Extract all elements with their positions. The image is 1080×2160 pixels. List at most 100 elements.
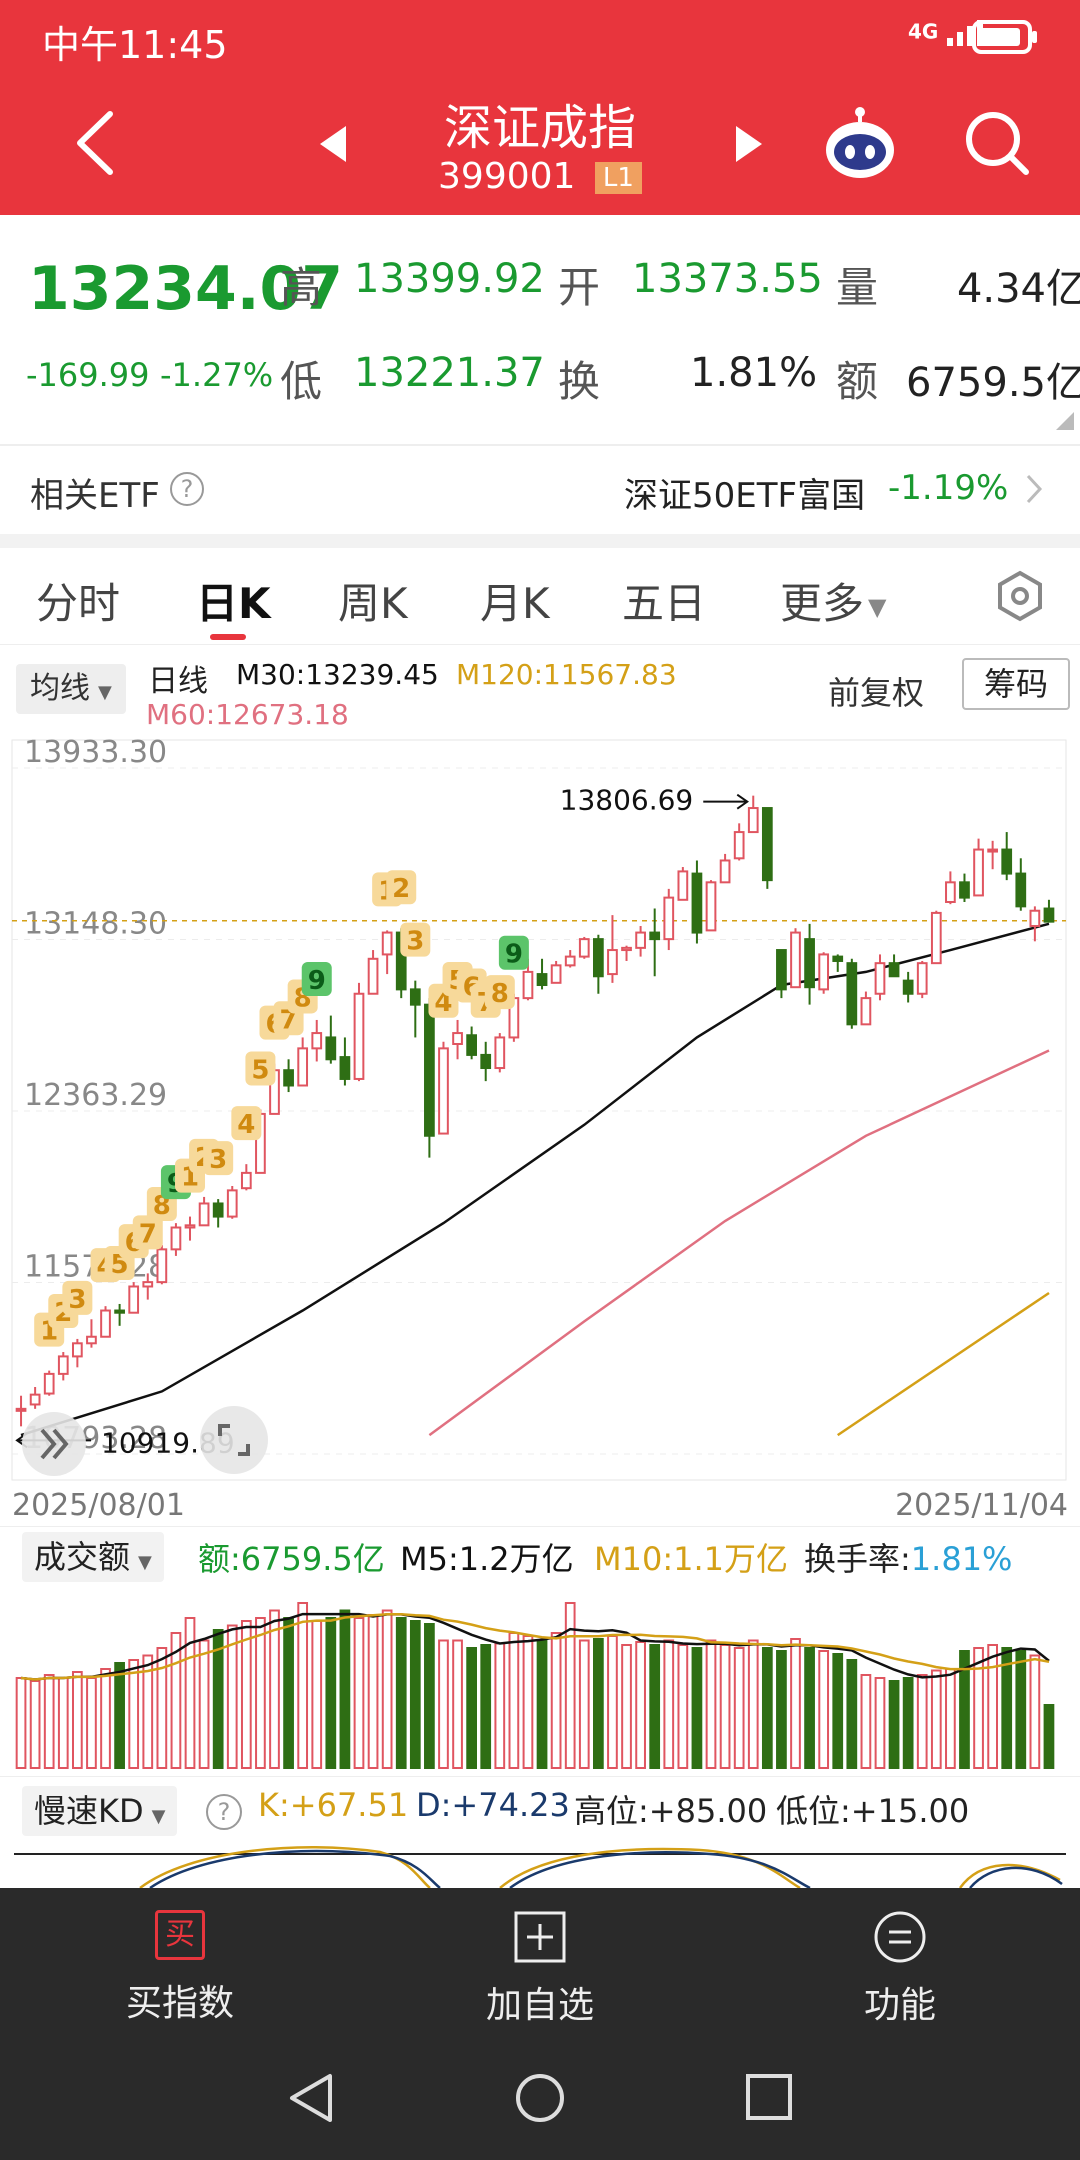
candle-down — [888, 962, 900, 978]
candle-down — [761, 807, 773, 882]
volume-bar-down — [832, 1653, 844, 1769]
buy-index-button[interactable]: 买 买指数 — [100, 1910, 260, 2040]
tab-more[interactable]: 更多 ▼ — [780, 570, 886, 631]
candle-up — [860, 997, 872, 1026]
candle-up — [550, 964, 562, 984]
m120-value: M120:11567.83 — [456, 658, 677, 691]
fullscreen-button[interactable] — [200, 1406, 268, 1474]
dropdown-arrow-icon: ▼ — [98, 682, 112, 703]
bottom-toolbar: 买 买指数 加自选 功能 — [0, 1888, 1080, 2160]
candle-up — [973, 848, 984, 897]
tab-five-day[interactable]: 五日 — [622, 570, 706, 631]
robot-assistant-button[interactable] — [822, 106, 898, 186]
battery-icon — [972, 20, 1038, 58]
volume-bar-down — [592, 1638, 604, 1769]
td-count-label: 2 — [392, 874, 410, 904]
volume-bar-down — [1015, 1650, 1027, 1769]
index-code: 399001 L1 — [0, 156, 1080, 197]
candle-down — [592, 938, 604, 978]
expand-corner-icon[interactable] — [1056, 412, 1074, 430]
chips-button[interactable]: 筹码 — [962, 658, 1070, 710]
divider — [0, 644, 1080, 645]
candle-down — [424, 1003, 435, 1137]
collapse-sidebar-button[interactable] — [22, 1412, 86, 1476]
settings-button[interactable] — [994, 570, 1046, 626]
volume-selector[interactable]: 成交额 ▼ — [22, 1532, 164, 1582]
volume-bar-up — [987, 1644, 999, 1769]
menu-circle-icon — [874, 1911, 926, 1963]
add-watchlist-button[interactable]: 加自选 — [460, 1910, 620, 2040]
amount-label: 额 — [836, 357, 879, 406]
add-watchlist-label: 加自选 — [485, 1985, 594, 2026]
candle-down — [691, 872, 703, 934]
tab-weekly-k[interactable]: 周K — [338, 570, 408, 631]
candle-up — [719, 859, 731, 884]
volume-bar-down — [114, 1662, 125, 1769]
nav-home-button[interactable] — [514, 2072, 566, 2128]
volume-bar-up — [128, 1659, 140, 1769]
y-tick-label: 13933.30 — [24, 736, 167, 770]
candle-down — [649, 931, 661, 941]
candle-up — [635, 931, 646, 949]
etf-label: 相关ETF — [30, 476, 160, 516]
search-icon — [966, 112, 1029, 175]
volume-bar-down — [888, 1680, 900, 1769]
etf-name: 深证50ETF富国 — [624, 476, 866, 516]
m60-value: M60:12673.18 — [146, 698, 349, 731]
candle-up — [381, 931, 393, 956]
nav-recents-button[interactable] — [744, 2072, 794, 2126]
volume-bar-up — [790, 1638, 801, 1769]
turnover-rate-value: 1.81% — [910, 1540, 1013, 1578]
candle-up — [452, 1032, 463, 1045]
volume-bar-down — [424, 1623, 435, 1769]
volume-bar-up — [353, 1617, 365, 1769]
volume-bar-up — [226, 1624, 238, 1769]
candle-down — [536, 973, 548, 987]
kline-chart[interactable]: 13933.3013148.3012363.2911578.2810793.28… — [0, 736, 1080, 1500]
page-title: 深证成指 — [443, 100, 636, 156]
low-value: 13221.37 — [354, 350, 545, 396]
td-count-label: 4 — [237, 1110, 255, 1140]
double-chevron-right-icon — [40, 1428, 69, 1460]
td-count-label: 7 — [139, 1219, 157, 1249]
candle-up — [663, 896, 675, 941]
candle-up — [987, 848, 999, 853]
volume-bar-up — [71, 1671, 83, 1769]
candle-up — [930, 911, 942, 965]
candle-down — [846, 962, 858, 1026]
volume-bar-up — [874, 1677, 886, 1769]
functions-button[interactable]: 功能 — [820, 1910, 980, 2040]
volume-bar-up — [635, 1641, 646, 1769]
volume-bar-up — [733, 1647, 745, 1769]
turnover-value: 1.81% — [690, 350, 818, 396]
tab-daily-k[interactable]: 日K — [196, 570, 271, 631]
search-button[interactable] — [964, 110, 1030, 180]
etf-row[interactable]: 相关ETF ? 深证50ETF富国 -1.19% — [0, 448, 1080, 534]
ma-selector[interactable]: 均线 ▼ — [16, 664, 126, 714]
volume-value: 4.34亿 — [956, 266, 1080, 312]
nav-back-button[interactable] — [286, 2072, 336, 2128]
candle-up — [522, 970, 534, 1000]
tab-monthly-k[interactable]: 月K — [480, 570, 550, 631]
help-icon[interactable]: ? — [170, 472, 204, 506]
candle-down — [776, 949, 787, 991]
volume-bar-down — [325, 1617, 337, 1769]
volume-bar-up — [29, 1680, 41, 1769]
volume-bar-up — [184, 1617, 196, 1769]
amount-value: 6759.5亿 — [906, 360, 1080, 406]
adjust-button[interactable]: 前复权 — [828, 668, 924, 714]
kd-selector[interactable]: 慢速KD ▼ — [22, 1786, 178, 1836]
kd-d-line — [149, 1849, 1063, 1888]
kd-low-level: 低位:+15.00 — [776, 1792, 970, 1830]
y-tick-label: 13148.30 — [24, 906, 167, 941]
kd-help-icon[interactable]: ? — [206, 1794, 242, 1830]
candle-up — [184, 1224, 196, 1229]
next-index-button[interactable] — [734, 124, 764, 168]
kd-d-value: D:+74.23 — [416, 1786, 570, 1824]
volume-bar-up — [57, 1677, 69, 1769]
etf-change: -1.19% — [888, 468, 1009, 508]
volume-chart[interactable] — [0, 1590, 1080, 1770]
tab-timeshare[interactable]: 分时 — [36, 570, 120, 631]
candle-down — [959, 881, 970, 899]
candle-up — [29, 1393, 41, 1406]
